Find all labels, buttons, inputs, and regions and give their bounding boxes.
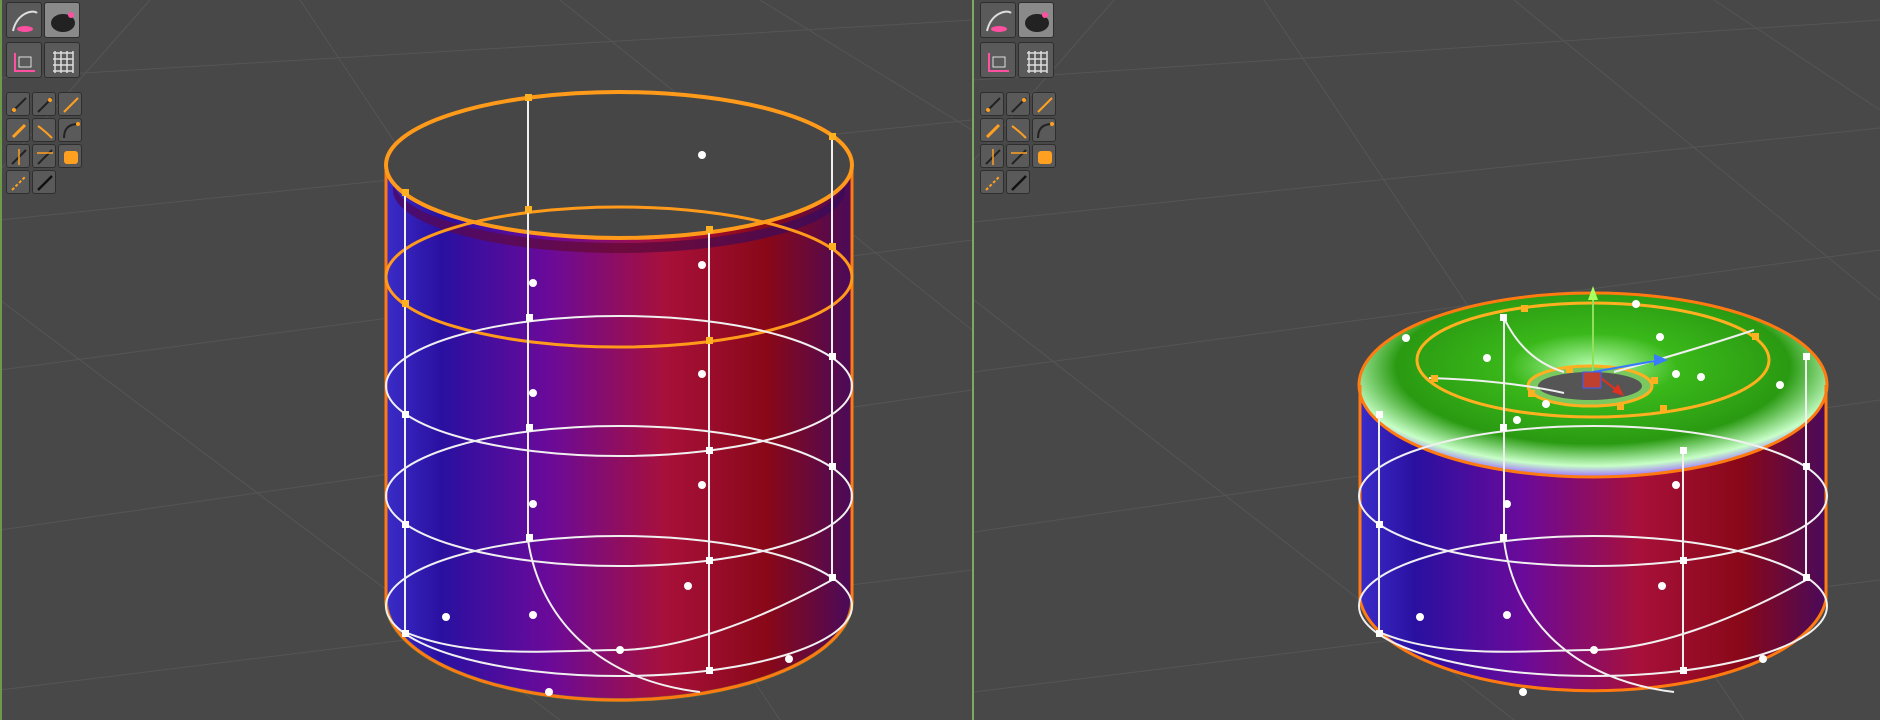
arc-tool-icon[interactable]	[1032, 118, 1056, 142]
bend-tool-icon[interactable]	[32, 118, 56, 142]
fill-tool-icon[interactable]	[1032, 144, 1056, 168]
bend-tool-icon[interactable]	[1006, 118, 1030, 142]
knife-tool-icon[interactable]	[1006, 170, 1030, 194]
torus-cylinder-model[interactable]	[1357, 286, 1829, 696]
grid-icon[interactable]	[1018, 42, 1054, 78]
line-tool-alt-icon[interactable]	[1006, 92, 1030, 116]
curve-draw-icon[interactable]	[6, 2, 42, 38]
arc-tool-icon[interactable]	[58, 118, 82, 142]
sculpt-brush-icon[interactable]	[1018, 2, 1054, 38]
scene-left[interactable]	[0, 0, 972, 720]
pin-tool-icon[interactable]	[1006, 144, 1030, 168]
curve-draw-icon[interactable]	[980, 2, 1016, 38]
viewport-right[interactable]	[974, 0, 1880, 720]
scene-right[interactable]	[974, 0, 1880, 720]
grid-icon[interactable]	[44, 42, 80, 78]
pen-tool-icon[interactable]	[58, 92, 82, 116]
brush-tool-icon[interactable]	[980, 118, 1004, 142]
pin-tool-icon[interactable]	[32, 144, 56, 168]
line-tool-alt-icon[interactable]	[32, 92, 56, 116]
line-tool-icon[interactable]	[980, 92, 1004, 116]
split-tool-icon[interactable]	[980, 144, 1004, 168]
smooth-tool-icon[interactable]	[6, 170, 30, 194]
brush-tool-icon[interactable]	[6, 118, 30, 142]
smooth-tool-icon[interactable]	[980, 170, 1004, 194]
pen-tool-icon[interactable]	[1032, 92, 1056, 116]
knife-tool-icon[interactable]	[32, 170, 56, 194]
cylinder-model[interactable]	[384, 90, 854, 702]
deform-icon[interactable]	[6, 42, 42, 78]
fill-tool-icon[interactable]	[58, 144, 82, 168]
window-edge	[0, 0, 2, 720]
deform-icon[interactable]	[980, 42, 1016, 78]
sculpt-brush-icon[interactable]	[44, 2, 80, 38]
line-tool-icon[interactable]	[6, 92, 30, 116]
viewport-left[interactable]	[0, 0, 972, 720]
split-tool-icon[interactable]	[6, 144, 30, 168]
